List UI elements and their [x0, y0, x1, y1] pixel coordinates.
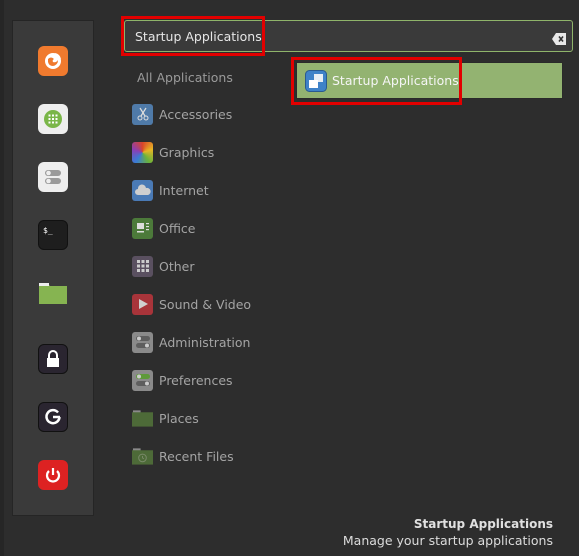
- search-field[interactable]: [124, 20, 573, 52]
- settings-toggles-icon: [45, 170, 61, 184]
- screen-edge: [0, 0, 4, 556]
- favorite-firefox[interactable]: [38, 46, 68, 76]
- category-label: Administration: [159, 334, 251, 350]
- startup-applications-icon: [305, 69, 327, 92]
- terminal-icon: $_: [43, 226, 53, 235]
- category-all-applications[interactable]: All Applications: [137, 70, 233, 85]
- power-icon: [45, 468, 61, 483]
- category-preferences[interactable]: Preferences: [132, 369, 233, 391]
- folder-icon: [39, 283, 67, 304]
- favorite-settings[interactable]: [38, 162, 68, 192]
- office-icon: [132, 217, 153, 239]
- category-label: Accessories: [159, 106, 233, 122]
- category-accessories[interactable]: Accessories: [132, 103, 232, 125]
- category-label: Office: [159, 220, 196, 236]
- recent-folder-icon: [132, 446, 153, 467]
- favorite-software-manager[interactable]: [38, 104, 68, 134]
- grid-icon: [132, 255, 153, 277]
- scissors-icon: [132, 103, 153, 125]
- preferences-toggles-icon: [132, 369, 153, 391]
- favorites-sidebar: $_: [12, 20, 94, 516]
- cloud-icon: [132, 179, 153, 201]
- logout-icon: [45, 408, 61, 425]
- admin-toggles-icon: [132, 331, 153, 353]
- category-label: Recent Files: [159, 448, 234, 464]
- category-other[interactable]: Other: [132, 255, 195, 277]
- category-label: Preferences: [159, 372, 233, 388]
- folder-icon: [132, 408, 153, 429]
- category-graphics[interactable]: Graphics: [132, 141, 214, 163]
- category-label: Places: [159, 410, 199, 426]
- category-label: Graphics: [159, 144, 215, 160]
- favorite-files[interactable]: [38, 278, 68, 308]
- category-office[interactable]: Office: [132, 217, 196, 239]
- graphics-icon: [132, 141, 153, 163]
- search-input[interactable]: [125, 21, 572, 51]
- favorite-terminal[interactable]: $_: [38, 220, 68, 250]
- category-label: Other: [159, 258, 195, 274]
- result-label: Startup Applications: [332, 73, 459, 88]
- favorite-shutdown[interactable]: [38, 460, 68, 490]
- software-manager-icon: [44, 110, 62, 128]
- category-label: Internet: [159, 182, 209, 198]
- description-title: Startup Applications: [413, 517, 553, 531]
- backspace-clear-icon: [552, 33, 566, 45]
- result-startup-applications[interactable]: Startup Applications: [296, 62, 563, 99]
- category-internet[interactable]: Internet: [132, 179, 209, 201]
- app-description: Startup Applications Manage your startup…: [343, 516, 553, 550]
- lock-icon: [47, 350, 59, 367]
- favorite-logout[interactable]: [38, 402, 68, 432]
- firefox-icon: [45, 53, 61, 69]
- clear-search-button[interactable]: [552, 30, 566, 45]
- category-administration[interactable]: Administration: [132, 331, 250, 353]
- description-text: Manage your startup applications: [342, 533, 553, 548]
- svg-text:$_: $_: [43, 226, 53, 235]
- category-label: Sound & Video: [159, 296, 252, 312]
- category-places[interactable]: Places: [132, 407, 199, 429]
- play-icon: [132, 293, 153, 315]
- favorite-lock-screen[interactable]: [38, 344, 68, 374]
- category-sound-video[interactable]: Sound & Video: [132, 293, 251, 315]
- category-recent-files[interactable]: Recent Files: [132, 445, 234, 467]
